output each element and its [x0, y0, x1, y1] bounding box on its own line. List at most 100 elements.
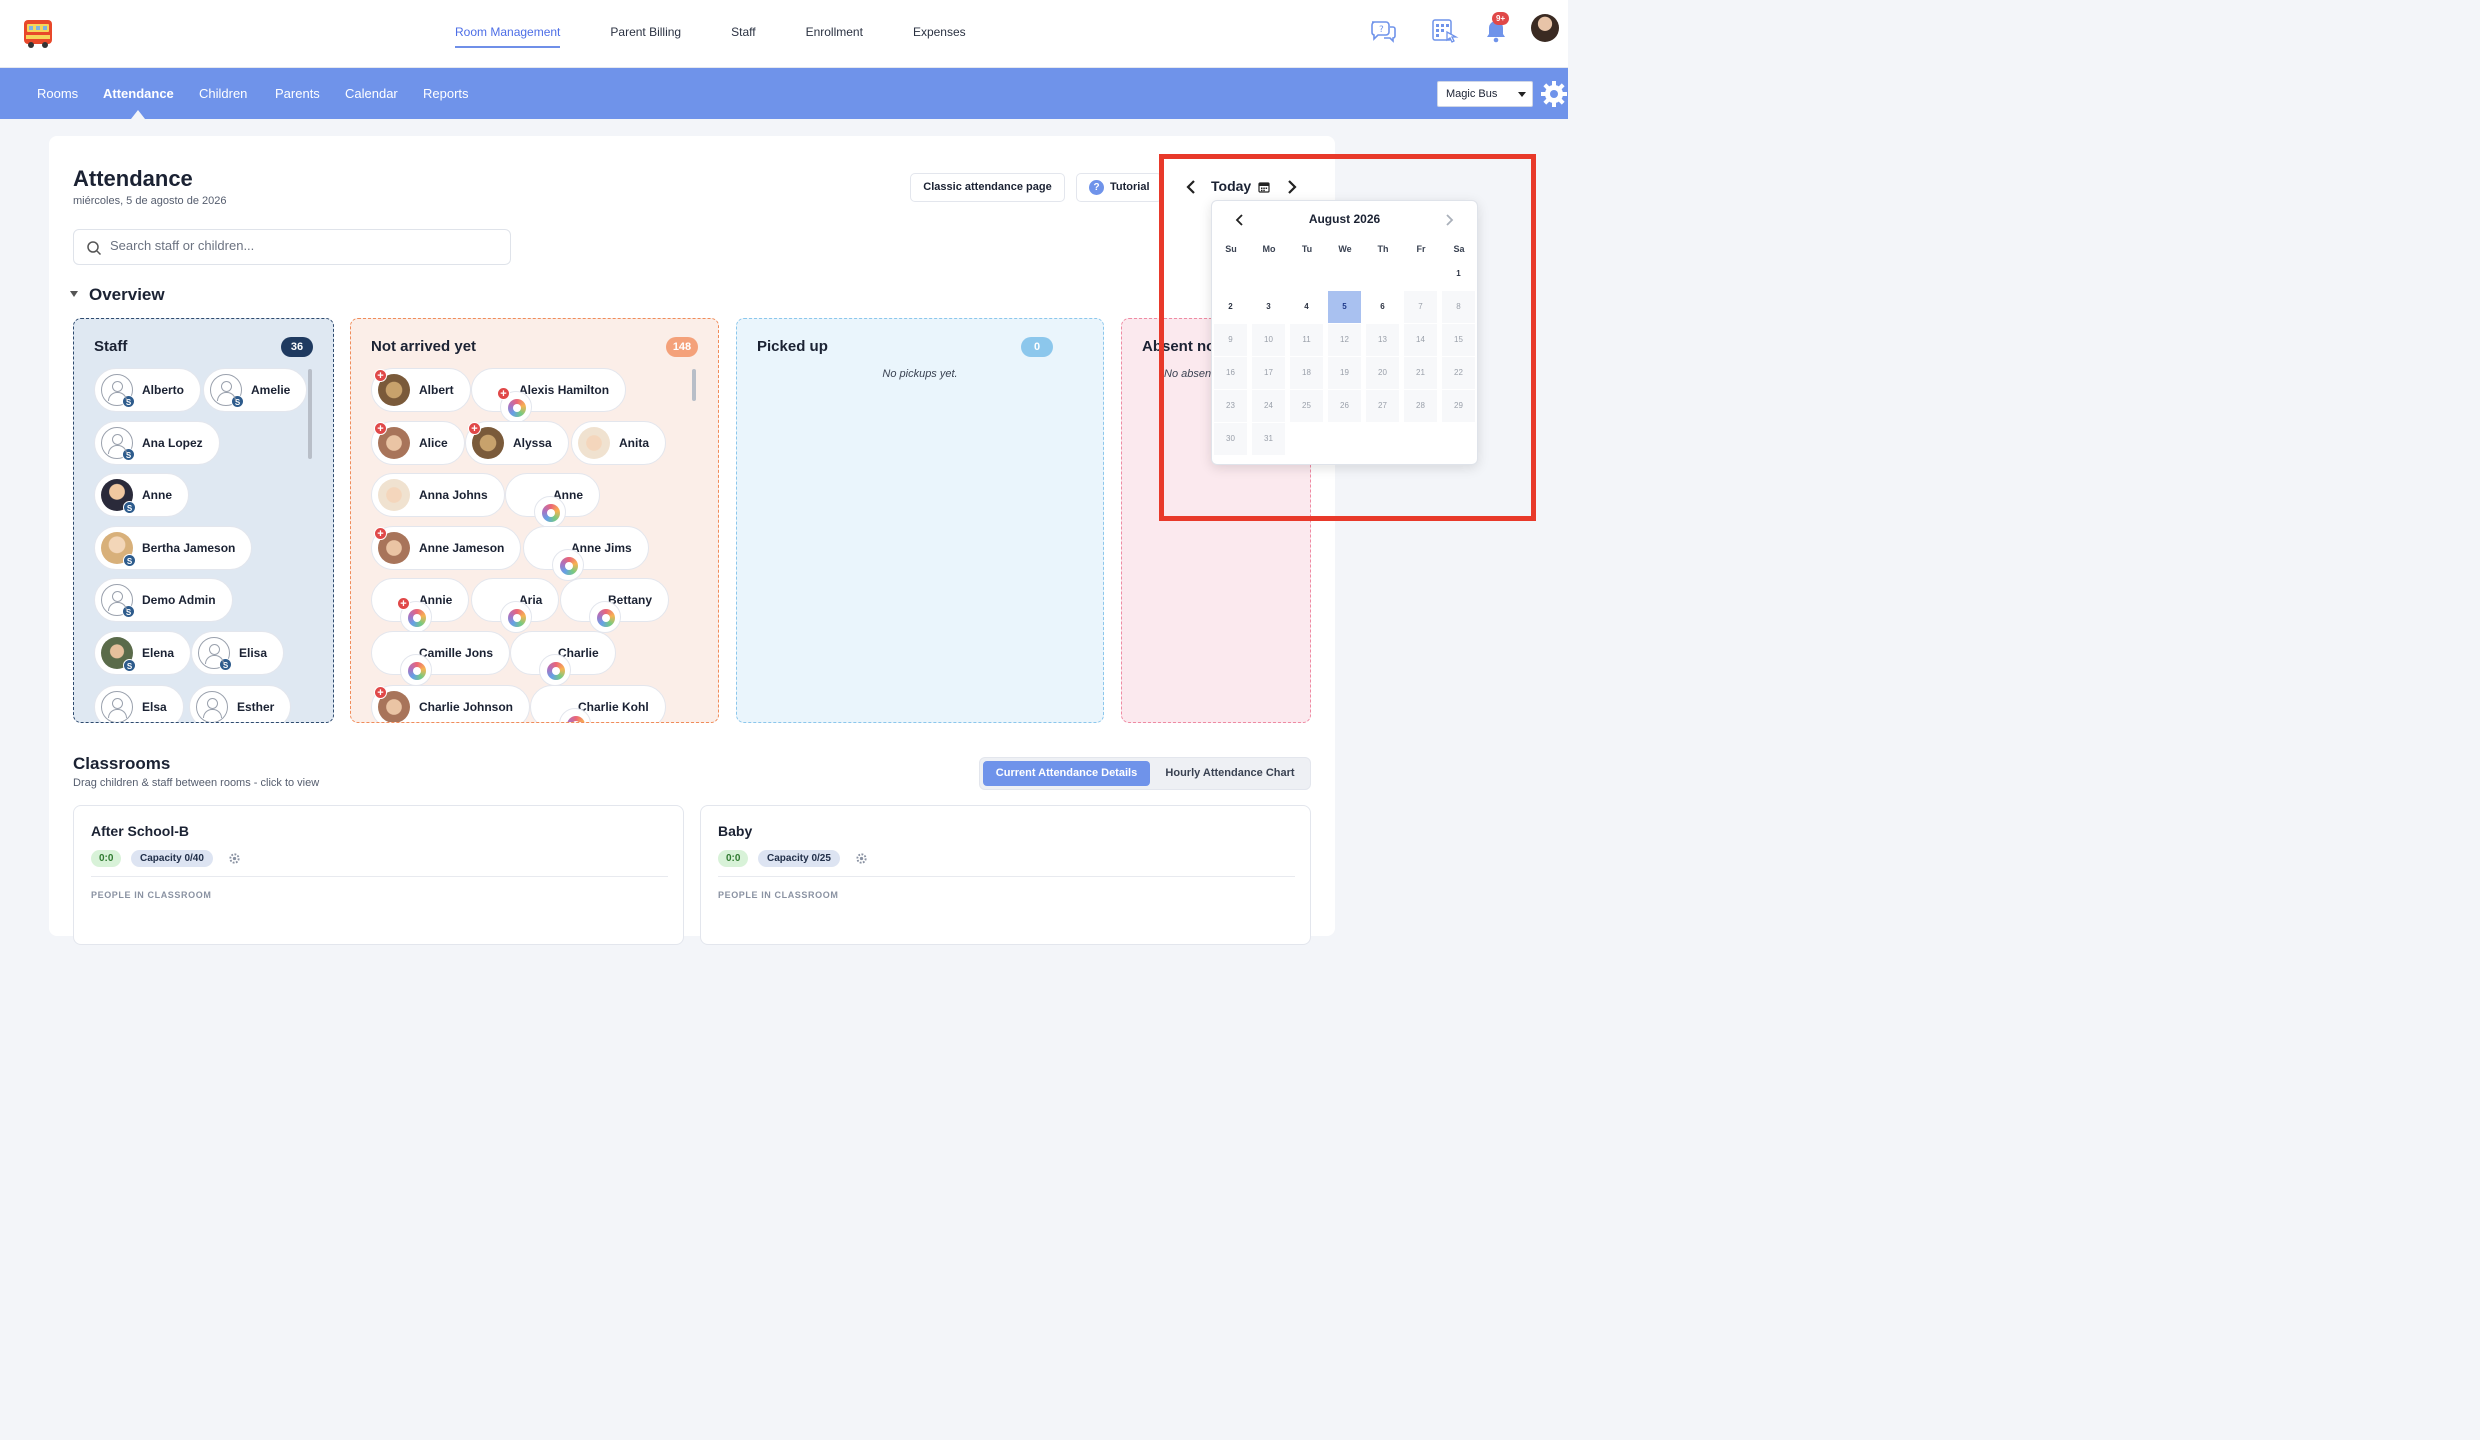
child-chip[interactable]: Charlie: [510, 631, 616, 686]
child-chip[interactable]: Bettany: [560, 578, 670, 633]
avatar: [500, 601, 532, 633]
classroom-card[interactable]: Baby 0:0 Capacity 0/25 PEOPLE IN CLASSRO…: [700, 805, 1311, 945]
child-chip[interactable]: Anita: [571, 421, 666, 465]
picked-up-count-badge: 0: [1021, 337, 1053, 357]
staff-chip[interactable]: S Elena: [94, 631, 192, 675]
page-date: miércoles, 5 de agosto de 2026: [73, 195, 227, 207]
divider: [91, 876, 668, 877]
avatar: S: [101, 427, 135, 461]
centre-select[interactable]: Magic Bus: [1437, 81, 1533, 107]
staff-chip[interactable]: S Demo Admin: [94, 578, 233, 622]
avatar: [578, 427, 610, 459]
centre-select-value: Magic Bus: [1446, 88, 1498, 100]
not-arrived-panel: Not arrived yet 148 + Albert + Alexis Hami…: [350, 318, 719, 723]
svg-text:?: ?: [1379, 25, 1384, 35]
chevron-down-icon: [1518, 92, 1526, 97]
staff-count-badge: 36: [281, 337, 313, 357]
notification-count-badge: 9+: [1492, 12, 1510, 25]
avatar: +: [374, 527, 410, 564]
staff-chip[interactable]: S Anne: [94, 473, 189, 517]
picked-up-empty-message: No pickups yet.: [882, 368, 958, 380]
avatar: [539, 654, 571, 686]
avatar: +: [397, 597, 432, 633]
not-arrived-scrollbar[interactable]: [692, 369, 696, 401]
avatar: +: [374, 422, 410, 459]
avatar: S: [101, 532, 136, 567]
child-chip[interactable]: + Alice: [371, 421, 465, 465]
child-chip[interactable]: Anna Johns: [371, 473, 505, 517]
subnav-calendar[interactable]: Calendar: [345, 68, 398, 119]
staff-chip[interactable]: S Ana Lopez: [94, 421, 220, 465]
avatar: +: [468, 422, 504, 459]
avatar: [534, 496, 566, 528]
overview-toggle[interactable]: Overview: [70, 285, 165, 305]
nav-parent-billing[interactable]: Parent Billing: [610, 0, 681, 68]
nav-enrollment[interactable]: Enrollment: [806, 0, 863, 68]
active-tab-caret: [131, 110, 145, 119]
not-arrived-panel-title: Not arrived yet: [371, 338, 477, 355]
people-in-classroom-label: PEOPLE IN CLASSROOM: [91, 890, 212, 900]
child-chip[interactable]: + Alyssa: [465, 421, 569, 465]
search-icon: [87, 241, 102, 256]
staff-scrollbar[interactable]: [308, 369, 312, 459]
child-chip[interactable]: + Albert: [371, 368, 471, 412]
tab-hourly-attendance-chart[interactable]: Hourly Attendance Chart: [1152, 761, 1308, 786]
subnav-children[interactable]: Children: [199, 68, 247, 119]
avatar: [101, 691, 133, 722]
user-avatar[interactable]: [1531, 14, 1559, 42]
settings-gear-icon[interactable]: [1540, 80, 1568, 108]
classroom-settings-gear-icon[interactable]: [228, 852, 241, 865]
avatar: +: [374, 369, 410, 406]
magic-bus-logo[interactable]: [22, 17, 54, 49]
highlight-annotation-box: [1159, 154, 1536, 521]
kiosk-keypad-icon[interactable]: [1429, 16, 1459, 46]
ratio-badge: 0:0: [91, 850, 122, 867]
staff-chip[interactable]: S Alberto: [94, 368, 201, 412]
subnav-parents[interactable]: Parents: [275, 68, 320, 119]
child-chip[interactable]: Camille Jons: [371, 631, 511, 686]
main-nav: Room Management Parent Billing Staff Enr…: [455, 0, 1016, 68]
child-chip[interactable]: Anne Jims: [523, 526, 649, 581]
staff-chip[interactable]: Esther: [189, 685, 292, 722]
child-chip[interactable]: Charlie Kohl: [530, 685, 666, 722]
top-bar: Room Management Parent Billing Staff Enr…: [0, 0, 1568, 68]
child-chip[interactable]: + Annie: [371, 578, 470, 633]
child-chip[interactable]: + Charlie Johnson: [371, 685, 531, 722]
picked-up-panel: Picked up 0 No pickups yet.: [736, 318, 1104, 723]
classroom-name: Baby: [718, 823, 753, 839]
classroom-card[interactable]: After School-B 0:0 Capacity 0/40 PEOPLE …: [73, 805, 684, 945]
avatar: +: [374, 686, 410, 722]
picked-up-panel-title: Picked up: [757, 338, 828, 355]
avatar: S: [101, 374, 135, 408]
classic-attendance-button[interactable]: Classic attendance page: [910, 173, 1065, 202]
staff-chip[interactable]: S Amelie: [203, 368, 308, 412]
search-input[interactable]: [110, 238, 490, 253]
chat-help-icon[interactable]: ?: [1368, 16, 1398, 46]
nav-room-management[interactable]: Room Management: [455, 0, 561, 68]
subnav-reports[interactable]: Reports: [423, 68, 469, 119]
staff-chip[interactable]: S Elisa: [191, 631, 285, 675]
staff-chip[interactable]: S Bertha Jameson: [94, 526, 253, 570]
collapse-caret-icon: [70, 290, 78, 297]
capacity-badge: Capacity 0/25: [758, 850, 840, 867]
child-chip[interactable]: Aria: [471, 578, 560, 633]
search-box: [73, 229, 511, 265]
avatar: S: [198, 637, 232, 671]
child-chip[interactable]: + Alexis Hamilton: [471, 368, 627, 423]
attendance-view-toggle: Current Attendance Details Hourly Attend…: [979, 757, 1311, 790]
tutorial-button[interactable]: ? Tutorial: [1076, 173, 1162, 202]
classroom-settings-gear-icon[interactable]: [855, 852, 868, 865]
child-chip[interactable]: + Anne Jameson: [371, 526, 522, 570]
people-in-classroom-label: PEOPLE IN CLASSROOM: [718, 890, 839, 900]
staff-chip[interactable]: Elsa: [94, 685, 184, 722]
child-chip[interactable]: Anne: [505, 473, 600, 528]
avatar: [196, 691, 228, 722]
nav-staff[interactable]: Staff: [731, 0, 755, 68]
nav-expenses[interactable]: Expenses: [913, 0, 966, 68]
avatar: +: [497, 387, 532, 423]
avatar: S: [210, 374, 244, 408]
subnav-rooms[interactable]: Rooms: [37, 68, 78, 119]
overview-heading: Overview: [89, 285, 165, 304]
tab-current-attendance-details[interactable]: Current Attendance Details: [983, 761, 1150, 786]
avatar: [378, 479, 410, 511]
